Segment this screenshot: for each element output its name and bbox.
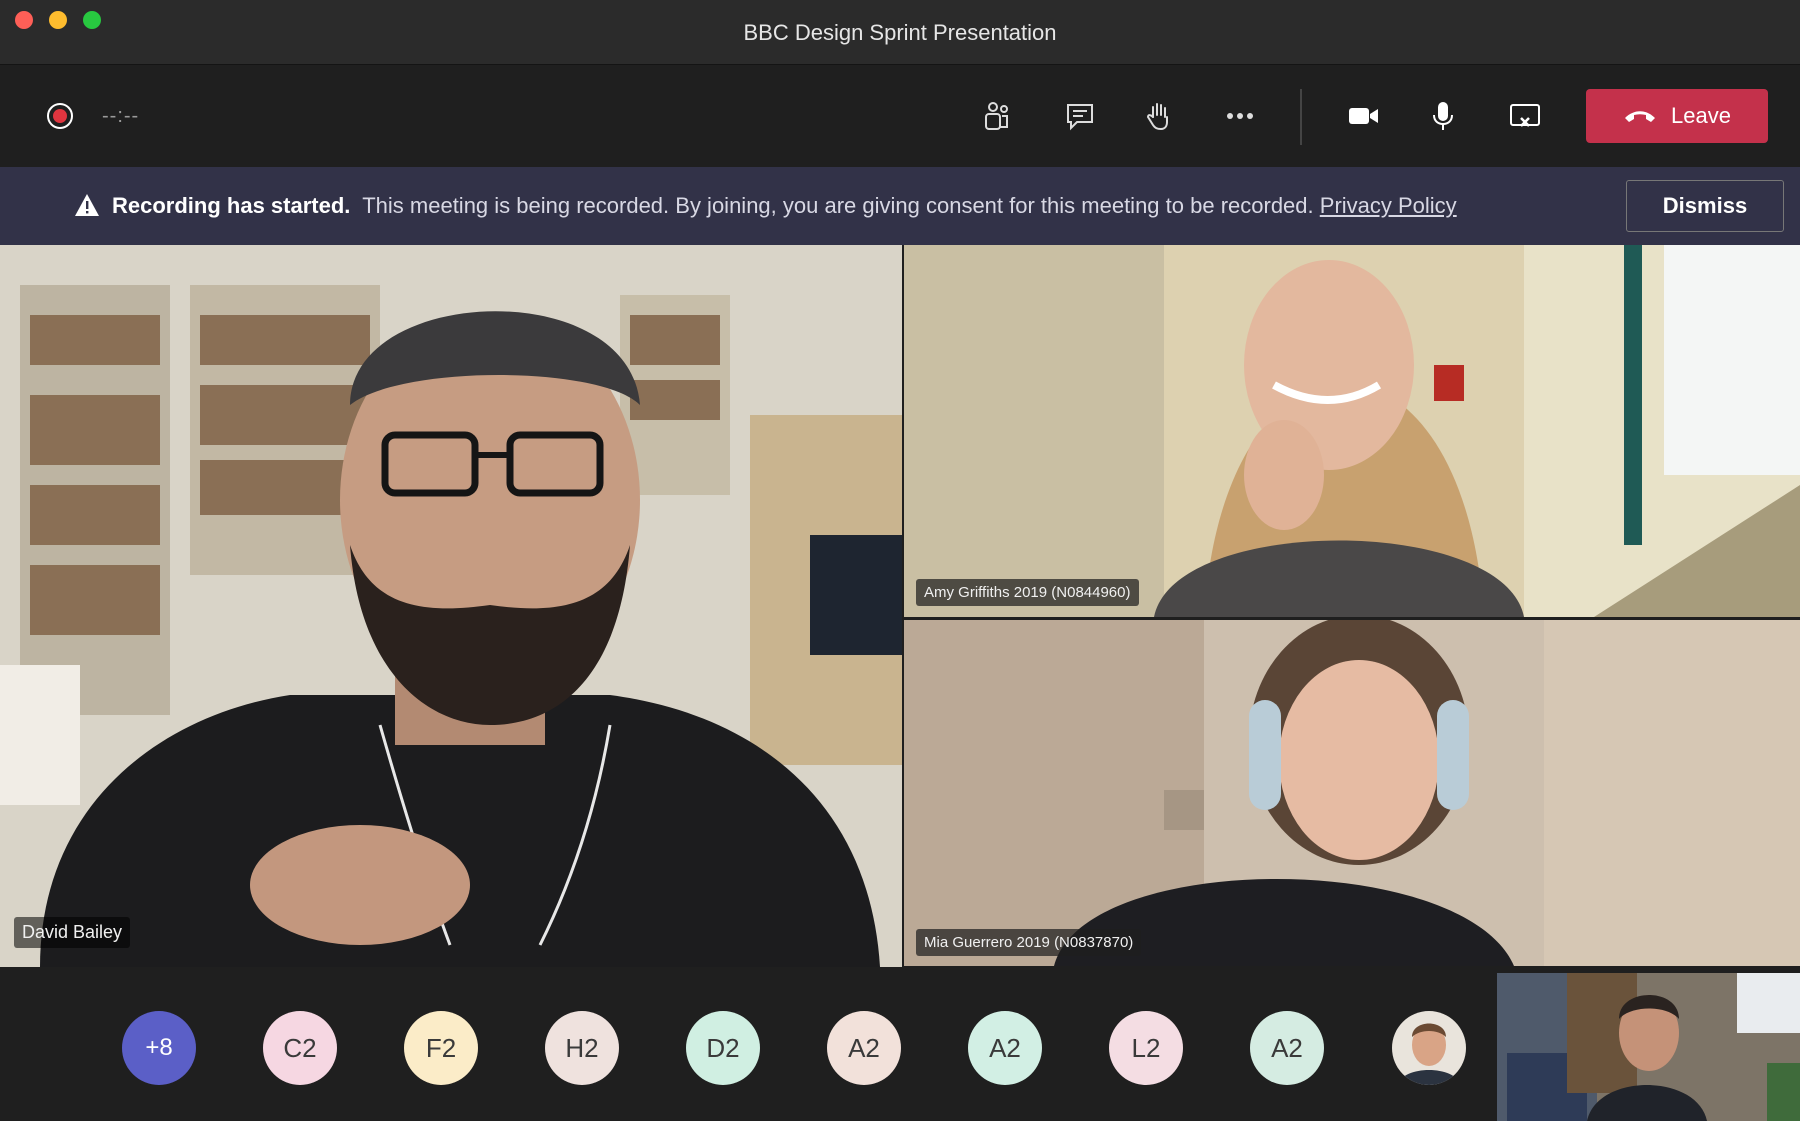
camera-button[interactable] — [1338, 93, 1388, 139]
participant-avatar[interactable]: F2 — [404, 1011, 478, 1085]
participant-video — [904, 620, 1800, 966]
banner-title: Recording has started. — [112, 193, 351, 218]
participant-avatar[interactable]: L2 — [1109, 1011, 1183, 1085]
raise-hand-button[interactable] — [1134, 93, 1184, 139]
banner-message: This meeting is being recorded. By joini… — [362, 193, 1314, 218]
participant-avatar[interactable]: C2 — [263, 1011, 337, 1085]
chat-icon — [1067, 104, 1093, 131]
video-tile-main[interactable]: David Bailey — [0, 245, 902, 967]
more-participants-avatar[interactable]: +8 — [122, 1011, 196, 1085]
participant-name: Amy Griffiths 2019 (N0844960) — [916, 579, 1139, 606]
warning-icon — [75, 194, 99, 216]
video-tile-top-right[interactable]: Amy Griffiths 2019 (N0844960) — [904, 245, 1800, 617]
participant-avatar[interactable]: A2 — [968, 1011, 1042, 1085]
privacy-policy-link[interactable]: Privacy Policy — [1320, 193, 1457, 218]
raise-hand-icon — [1146, 103, 1168, 131]
participant-name: David Bailey — [14, 917, 131, 948]
title-bar: BBC Design Sprint Presentation — [0, 0, 1800, 65]
participants-icon — [985, 102, 1008, 130]
dismiss-button[interactable]: Dismiss — [1626, 180, 1784, 232]
chat-button[interactable] — [1055, 93, 1105, 139]
more-options-button[interactable] — [1215, 93, 1265, 139]
more-icon — [1227, 113, 1253, 119]
participant-avatar[interactable]: A2 — [827, 1011, 901, 1085]
toolbar-divider — [1300, 89, 1302, 145]
leave-button[interactable]: Leave — [1586, 89, 1768, 143]
meeting-toolbar: --:-- Leave — [0, 65, 1800, 167]
leave-label: Leave — [1671, 103, 1731, 128]
recording-indicator-icon — [47, 103, 73, 129]
participant-avatar[interactable]: H2 — [545, 1011, 619, 1085]
participant-strip: +8 C2 F2 H2 D2 A2 A2 L2 A2 — [0, 967, 1800, 1121]
microphone-icon — [1433, 102, 1453, 130]
self-video — [1497, 973, 1800, 1121]
meeting-timer: --:-- — [102, 105, 140, 127]
participant-name: Mia Guerrero 2019 (N0837870) — [916, 929, 1142, 956]
stop-sharing-button[interactable] — [1500, 93, 1550, 139]
recording-banner: Recording has started. This meeting is b… — [0, 167, 1800, 245]
banner-text: Recording has started. This meeting is b… — [112, 193, 1457, 219]
participant-photo-avatar[interactable] — [1392, 1011, 1466, 1085]
window-title: BBC Design Sprint Presentation — [743, 20, 1057, 45]
participant-video — [0, 245, 902, 967]
video-tile-bottom-right[interactable]: Mia Guerrero 2019 (N0837870) — [904, 620, 1800, 966]
camera-icon — [1349, 108, 1378, 124]
participant-avatar[interactable]: D2 — [686, 1011, 760, 1085]
participant-avatar[interactable]: A2 — [1250, 1011, 1324, 1085]
participant-video — [904, 245, 1800, 617]
self-view-video[interactable] — [1497, 973, 1800, 1121]
stop-share-icon — [1510, 104, 1540, 127]
avatar-photo — [1392, 1011, 1466, 1085]
hang-up-icon — [1625, 111, 1656, 122]
microphone-button[interactable] — [1418, 93, 1468, 139]
participants-button[interactable] — [972, 93, 1022, 139]
